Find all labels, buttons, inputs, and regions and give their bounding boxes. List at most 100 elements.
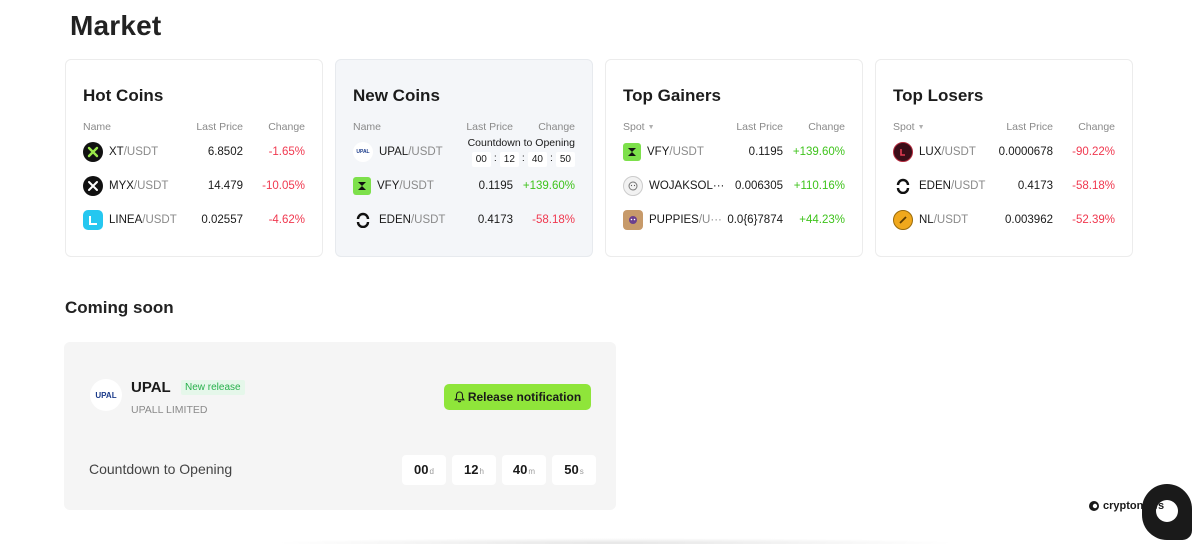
table-row[interactable]: MYX/USDT 14.479 -10.05% — [83, 169, 305, 203]
cryptonews-logo-icon — [1089, 501, 1099, 511]
timer-hours: 12 — [499, 152, 519, 167]
column-last-price: Last Price — [466, 121, 513, 133]
pair-quote: /USDT — [399, 180, 434, 192]
countdown-label: Countdown to Opening — [89, 461, 233, 477]
table-row[interactable]: EDEN/USDT 0.4173 -58.18% — [353, 203, 575, 237]
last-price: 0.003962 — [1005, 214, 1053, 226]
coming-soon-card[interactable]: UPAL UPAL New release UPALL LIMITED Rele… — [64, 342, 616, 510]
column-change: Change — [538, 121, 575, 133]
table-row[interactable]: VFY/USDT 0.1195 +139.60% — [353, 169, 575, 203]
watermark-text: cryptonews — [1103, 500, 1165, 512]
last-price: 0.1195 — [748, 146, 783, 158]
price-change: -90.22% — [1072, 146, 1115, 158]
countdown-timer: 00 d 12 h 40 m 50 s — [402, 455, 596, 485]
pair-base: UPAL — [379, 146, 409, 158]
new-release-badge: New release — [181, 380, 245, 395]
new-coins-title[interactable]: New Coins — [353, 86, 575, 106]
table-row[interactable]: VFY/USDT 0.1195 +139.60% — [623, 135, 845, 169]
pair-base: EDEN — [379, 214, 411, 226]
vfy-logo-icon — [623, 143, 641, 161]
linea-logo-icon — [83, 210, 103, 230]
pair-base: VFY — [377, 180, 400, 192]
timer-unit: h — [479, 467, 484, 476]
column-change: Change — [1078, 121, 1115, 133]
timer-seconds: 50 s — [552, 455, 596, 485]
table-row[interactable]: EDEN/USDT 0.4173 -58.18% — [893, 169, 1115, 203]
price-change: +139.60% — [522, 180, 575, 192]
timer-days: 00 d — [402, 455, 446, 485]
watermark-logo-icon — [1142, 484, 1192, 540]
release-notification-button[interactable]: Release notification — [444, 384, 591, 410]
pair-base: LINEA — [109, 214, 143, 226]
watermark: cryptonews — [1088, 500, 1164, 512]
timer-value: 50 — [564, 462, 579, 477]
last-price: 14.479 — [207, 180, 243, 192]
pair-quote: /USDT — [941, 146, 976, 158]
price-change: +44.23% — [799, 214, 845, 226]
spot-dropdown[interactable]: Spot ▼ — [893, 121, 975, 133]
pair-quote: /USDT — [933, 214, 969, 226]
top-gainers-title[interactable]: Top Gainers — [623, 86, 845, 106]
price-change: -52.39% — [1072, 214, 1115, 226]
top-losers-title[interactable]: Top Losers — [893, 86, 1115, 106]
upal-logo-icon: UPAL — [353, 142, 373, 162]
caret-down-icon: ▼ — [917, 123, 925, 131]
table-row[interactable]: XT/USDT 6.8502 -1.65% — [83, 135, 305, 169]
top-gainers-card: Top Gainers Spot ▼ Last Price Change VFY/… — [605, 59, 863, 257]
column-last-price: Last Price — [1006, 121, 1053, 133]
price-change: -4.62% — [268, 214, 305, 226]
column-name: Name — [353, 121, 382, 133]
page-title: Market — [70, 10, 162, 41]
price-change: -10.05% — [262, 180, 305, 192]
timer-minutes: 40 m — [502, 455, 546, 485]
table-row[interactable]: PUPPIES/U··· 0.0{6}7874 +44.23% — [623, 203, 845, 237]
last-price: 0.0000678 — [998, 146, 1053, 158]
lux-logo-icon — [893, 142, 913, 162]
column-change: Change — [808, 121, 845, 133]
timer-hours: 12 h — [452, 455, 496, 485]
upal-logo-icon: UPAL — [90, 379, 122, 411]
release-notification-label: Release notification — [467, 390, 582, 404]
timer-value: 12 — [464, 462, 479, 477]
spot-dropdown[interactable]: Spot ▼ — [623, 121, 705, 133]
table-row[interactable]: WOJAKSOL··· 0.006305 +110.16% — [623, 169, 845, 203]
bell-icon — [453, 391, 465, 403]
table-row[interactable]: UPAL UPAL/USDT Countdown to Opening 00: … — [353, 135, 575, 169]
timer-minutes: 40 — [527, 152, 547, 167]
price-change: +139.60% — [792, 146, 845, 158]
column-spot: Spot — [893, 121, 915, 133]
table-row[interactable]: LUX/USDT 0.0000678 -90.22% — [893, 135, 1115, 169]
hot-coins-card: Hot Coins Name Last Price Change XT/USDT… — [65, 59, 323, 257]
opening-countdown: Countdown to Opening 00: 12: 40: 50 — [435, 137, 575, 167]
timer-unit: s — [579, 467, 584, 476]
column-spot: Spot — [623, 121, 645, 133]
coin-name: UPAL — [131, 379, 171, 396]
table-row[interactable]: NL/USDT 0.003962 -52.39% — [893, 203, 1115, 237]
last-price: 0.1195 — [478, 180, 513, 192]
pair-base: NL — [919, 214, 934, 226]
timer-seconds: 50 — [555, 152, 575, 167]
table-row[interactable]: LINEA/USDT 0.02557 -4.62% — [83, 203, 305, 237]
bottom-shadow — [270, 538, 960, 544]
last-price: 6.8502 — [207, 146, 243, 158]
coming-soon-title: Coming soon — [65, 298, 174, 317]
puppies-logo-icon — [623, 210, 643, 230]
pair-base: VFY — [647, 146, 670, 158]
timer-unit: m — [528, 467, 536, 476]
top-losers-header: Spot ▼ Last Price Change — [893, 120, 1115, 134]
column-last-price: Last Price — [736, 121, 783, 133]
column-name: Name — [83, 121, 112, 133]
vfy-logo-icon — [353, 177, 371, 195]
last-price: 0.4173 — [1017, 180, 1053, 192]
pair-quote: /USDT — [133, 180, 169, 192]
last-price: 0.0{6}7874 — [727, 214, 783, 226]
new-coins-card: New Coins Name Last Price Change UPAL UP… — [335, 59, 593, 257]
price-change: -1.65% — [268, 146, 305, 158]
hot-coins-title[interactable]: Hot Coins — [83, 86, 305, 106]
pair-base: XT — [109, 146, 124, 158]
pair-base: LUX — [919, 146, 942, 158]
eden-logo-icon — [893, 176, 913, 196]
myx-logo-icon — [83, 176, 103, 196]
timer-days: 00 — [471, 152, 491, 167]
company-name: UPALL LIMITED — [131, 404, 208, 416]
